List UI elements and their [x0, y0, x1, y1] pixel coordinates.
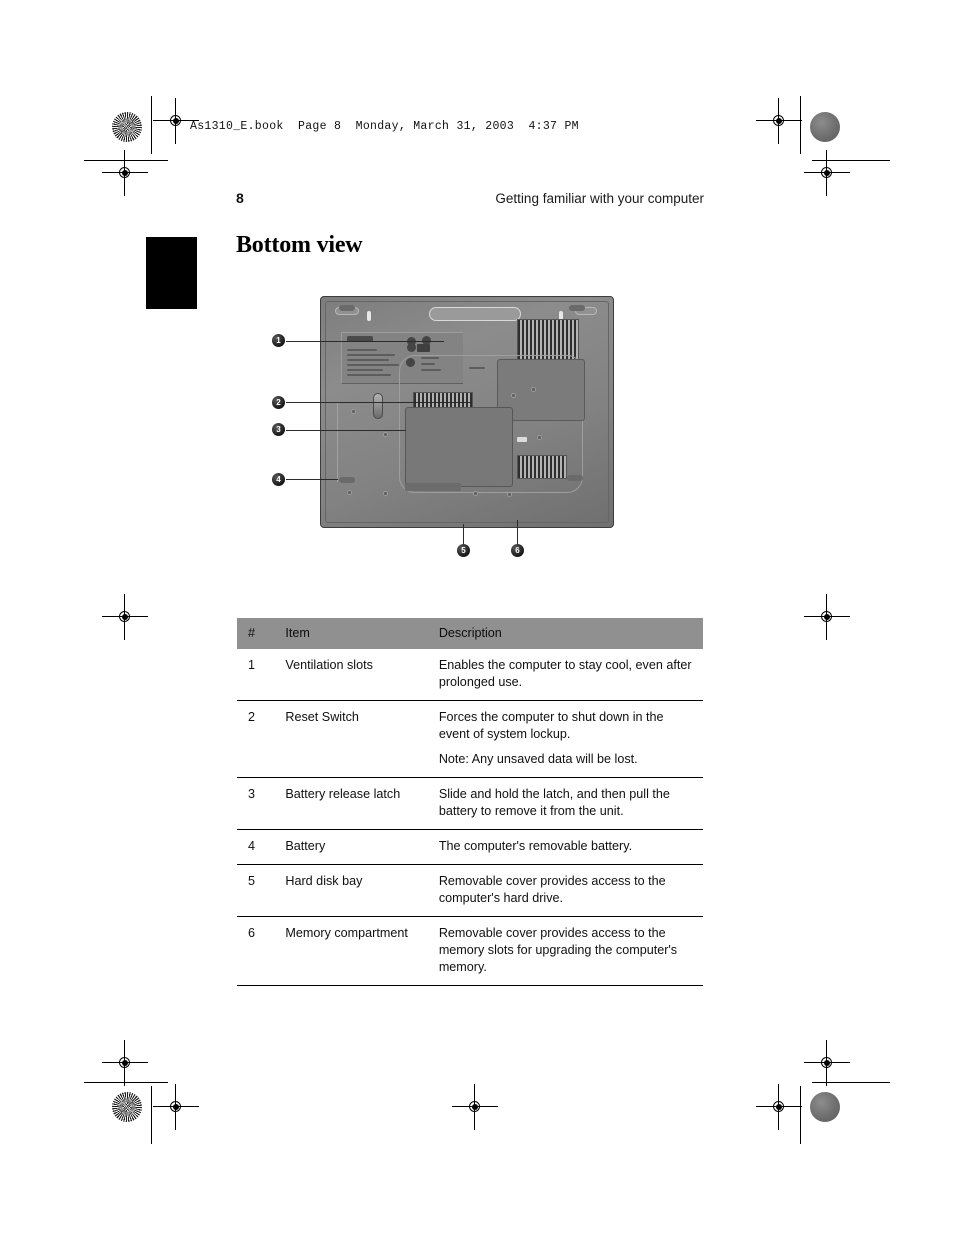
registration-mark-top-left-upper [153, 98, 199, 144]
cell-item: Reset Switch [285, 700, 439, 778]
callout-leader-3 [286, 430, 406, 431]
callout-marker-1: 1 [272, 334, 285, 347]
registration-mark-right-lower [804, 1040, 850, 1086]
table-row: 5 Hard disk bay Removable cover provides… [237, 864, 703, 917]
callout-leader-5 [463, 524, 464, 544]
cell-description-text: The computer's removable battery. [438, 839, 633, 853]
print-star-target-bottom-left [112, 1092, 142, 1122]
crop-line-bottom-left-horizontal [84, 1082, 168, 1083]
registration-mark-right-upper [804, 150, 850, 196]
registration-mark-bottom-right [756, 1084, 802, 1130]
cell-description: Removable cover provides access to the m… [438, 916, 703, 986]
table-row: 2 Reset Switch Forces the computer to sh… [237, 700, 703, 778]
column-header-number: # [237, 618, 286, 649]
cell-description-text: Enables the computer to stay cool, even … [438, 658, 692, 689]
cell-item: Battery release latch [285, 777, 439, 830]
page-title: Bottom view [236, 232, 363, 258]
cell-number: 4 [237, 829, 286, 865]
cell-number: 1 [248, 658, 256, 672]
cell-number: 6 [237, 916, 286, 986]
book-file-header: As1310_E.book Page 8 Monday, March 31, 2… [190, 120, 579, 133]
column-header-item: Item [285, 618, 439, 649]
running-head-title: Getting familiar with your computer [495, 191, 704, 206]
callout-leader-1 [286, 341, 444, 342]
callout-marker-4: 4 [272, 473, 285, 486]
cell-item: Hard disk bay [285, 864, 439, 917]
cell-number: 3 [237, 777, 286, 830]
cell-description-note: Note: Any unsaved data will be lost. [438, 752, 638, 766]
cell-number: 2 [237, 700, 286, 778]
registration-mark-top-right-upper [756, 98, 802, 144]
callout-marker-5: 5 [457, 544, 470, 557]
cell-description: Slide and hold the latch, and then pull … [438, 777, 703, 830]
crop-line-bottom-left-vertical [151, 1086, 152, 1144]
cell-description: Forces the computer to shut down in the … [438, 700, 703, 778]
bottom-view-table: # Item Description 1 Ventilation slots E… [237, 618, 703, 986]
cell-item: Ventilation slots [285, 658, 373, 672]
column-header-description: Description [438, 618, 703, 649]
document-page: As1310_E.book Page 8 Monday, March 31, 2… [0, 0, 954, 1235]
chapter-thumb-tab [146, 237, 197, 309]
table-row: 6 Memory compartment Removable cover pro… [237, 916, 703, 986]
crop-line-bottom-right-horizontal [812, 1082, 890, 1083]
callout-marker-6: 6 [511, 544, 524, 557]
table-header-row: # Item Description [237, 618, 703, 649]
callout-leader-2 [286, 402, 470, 403]
cell-description: The computer's removable battery. [438, 829, 703, 865]
table-row: 1 Ventilation slots Enables the computer… [237, 649, 703, 701]
crop-line-top-right-vertical [800, 96, 801, 154]
print-density-patch-bottom-right [810, 1092, 840, 1122]
callout-leader-4 [286, 479, 338, 480]
cell-description: Removable cover provides access to the c… [438, 864, 703, 917]
registration-mark-bottom-left [153, 1084, 199, 1130]
callout-marker-3: 3 [272, 423, 285, 436]
registration-mark-left-middle [102, 594, 148, 640]
registration-mark-left-lower [102, 1040, 148, 1086]
cell-number: 5 [237, 864, 286, 917]
cell-description-text: Removable cover provides access to the c… [438, 874, 666, 905]
table-row: 4 Battery The computer's removable batte… [237, 829, 703, 865]
print-density-patch-top-right [810, 112, 840, 142]
registration-mark-left-upper [102, 150, 148, 196]
print-star-target-top-left [112, 112, 142, 142]
laptop-bottom-illustration [320, 296, 614, 528]
crop-line-bottom-right-vertical [800, 1086, 801, 1144]
table-row: 3 Battery release latch Slide and hold t… [237, 777, 703, 830]
registration-mark-bottom-center [452, 1084, 498, 1130]
cell-description-text: Removable cover provides access to the m… [438, 926, 678, 974]
cell-description-text: Forces the computer to shut down in the … [438, 710, 664, 741]
bottom-view-figure: 1 2 3 4 5 6 [264, 292, 624, 570]
cell-description: Enables the computer to stay cool, even … [439, 649, 703, 701]
registration-mark-right-middle [804, 594, 850, 640]
crop-line-top-left-vertical [151, 96, 152, 154]
callout-leader-6 [517, 520, 518, 544]
callout-marker-2: 2 [272, 396, 285, 409]
cell-item: Memory compartment [285, 916, 439, 986]
cell-description-text: Slide and hold the latch, and then pull … [438, 787, 670, 818]
cell-item: Battery [285, 829, 439, 865]
